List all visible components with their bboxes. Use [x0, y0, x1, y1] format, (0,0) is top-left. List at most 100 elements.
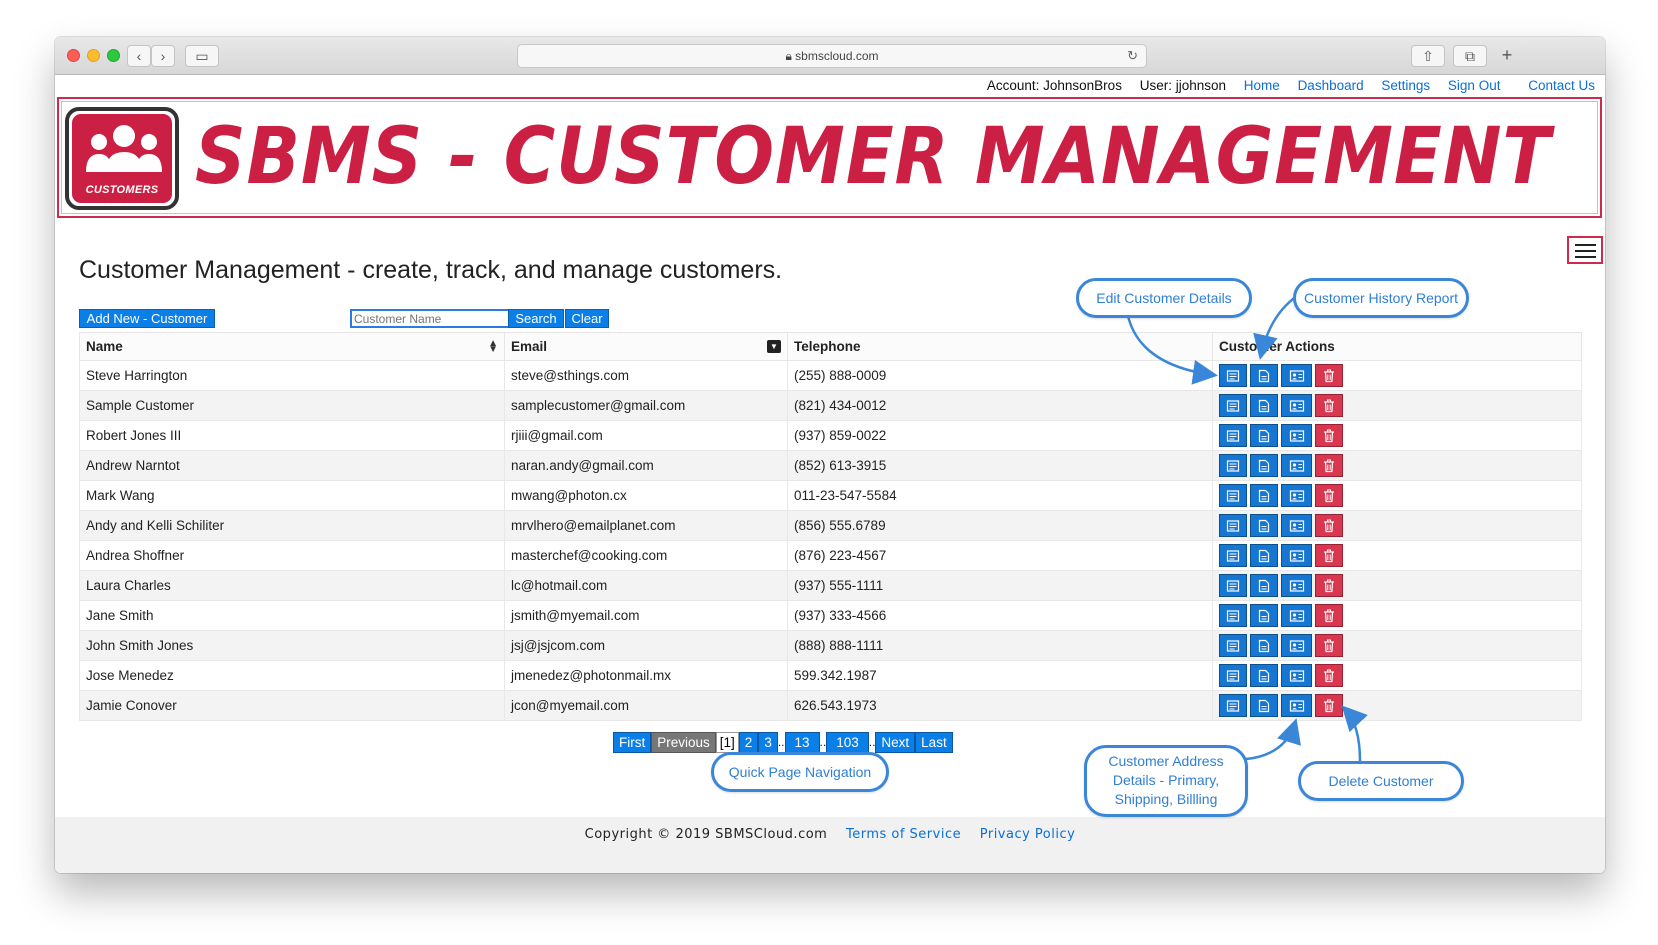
delete-customer-icon[interactable] [1315, 604, 1343, 627]
delete-customer-icon[interactable] [1315, 634, 1343, 657]
sidebar-toggle-icon[interactable]: ▭ [185, 45, 219, 67]
people-icon [86, 125, 162, 172]
customer-address-icon[interactable] [1281, 664, 1312, 687]
edit-customer-icon[interactable] [1219, 544, 1247, 567]
edit-customer-icon[interactable] [1219, 514, 1247, 537]
delete-customer-icon[interactable] [1315, 364, 1343, 387]
customer-address-icon[interactable] [1281, 544, 1312, 567]
add-customer-button[interactable]: Add New - Customer [79, 309, 215, 328]
customer-history-report-icon[interactable] [1250, 454, 1278, 477]
customer-history-report-icon[interactable] [1250, 424, 1278, 447]
customer-name-cell: Jose Menedez [79, 660, 505, 691]
share-icon[interactable]: ⇧ [1411, 45, 1445, 67]
delete-customer-icon[interactable] [1315, 394, 1343, 417]
previous-page-button[interactable]: Previous [651, 732, 716, 753]
edit-customer-icon[interactable] [1219, 694, 1247, 717]
edit-customer-icon[interactable] [1219, 454, 1247, 477]
minimize-window-button[interactable] [87, 49, 100, 62]
page-103-button[interactable]: 103 [826, 732, 869, 753]
next-page-button[interactable]: Next [875, 732, 916, 753]
delete-customer-icon[interactable] [1315, 484, 1343, 507]
customer-address-icon[interactable] [1281, 574, 1312, 597]
customer-email-cell: mrvlhero@emailplanet.com [504, 510, 788, 541]
edit-customer-icon[interactable] [1219, 364, 1247, 387]
delete-customer-icon[interactable] [1315, 424, 1343, 447]
search-button[interactable]: Search [508, 309, 564, 328]
customer-name-cell: Laura Charles [79, 570, 505, 601]
delete-customer-icon[interactable] [1315, 694, 1343, 717]
nav-signout-link[interactable]: Sign Out [1448, 78, 1501, 93]
terms-link[interactable]: Terms of Service [846, 827, 961, 842]
customer-history-report-icon[interactable] [1250, 484, 1278, 507]
customer-address-icon[interactable] [1281, 424, 1312, 447]
nav-home-link[interactable]: Home [1244, 78, 1280, 93]
close-window-button[interactable] [67, 49, 80, 62]
edit-customer-icon[interactable] [1219, 634, 1247, 657]
page-ellipsis: .. [777, 735, 785, 749]
sort-desc-icon[interactable]: ▼ [767, 340, 781, 353]
delete-customer-icon[interactable] [1315, 514, 1343, 537]
footer: Copyright © 2019 SBMSCloud.com Terms of … [55, 817, 1605, 873]
delete-customer-icon[interactable] [1315, 574, 1343, 597]
delete-customer-icon[interactable] [1315, 544, 1343, 567]
customer-address-icon[interactable] [1281, 514, 1312, 537]
customer-name-cell: Andy and Kelli Schiliter [79, 510, 505, 541]
customer-history-report-icon[interactable] [1250, 694, 1278, 717]
email-column-header[interactable]: Email ▼ [504, 332, 788, 361]
customer-name-cell: Robert Jones III [79, 420, 505, 451]
customer-address-icon[interactable] [1281, 634, 1312, 657]
page-2-button[interactable]: 2 [738, 732, 759, 753]
new-tab-icon[interactable]: + [1495, 45, 1519, 67]
customer-phone-cell: 011-23-547-5584 [787, 480, 1213, 511]
tabs-overview-icon[interactable]: ⧉ [1453, 45, 1487, 67]
customer-actions-cell [1212, 390, 1582, 421]
customer-actions-cell [1212, 600, 1582, 631]
customer-history-report-icon[interactable] [1250, 664, 1278, 687]
first-page-button[interactable]: First [613, 732, 652, 753]
page-3-button[interactable]: 3 [758, 732, 778, 753]
customer-phone-cell: (888) 888-1111 [787, 630, 1213, 661]
customer-history-report-icon[interactable] [1250, 544, 1278, 567]
customer-history-report-icon[interactable] [1250, 634, 1278, 657]
customer-history-report-icon[interactable] [1250, 574, 1278, 597]
zoom-window-button[interactable] [107, 49, 120, 62]
address-bar[interactable]: 🔒︎ sbmscloud.com ↻ [517, 44, 1147, 68]
nav-dashboard-link[interactable]: Dashboard [1298, 78, 1364, 93]
customer-address-icon[interactable] [1281, 694, 1312, 717]
table-row: Laura Charles lc@hotmail.com (937) 555-111… [79, 570, 1582, 601]
nav-contact-link[interactable]: Contact Us [1528, 78, 1595, 93]
customer-address-icon[interactable] [1281, 454, 1312, 477]
delete-customer-icon[interactable] [1315, 454, 1343, 477]
page-13-button[interactable]: 13 [784, 732, 820, 753]
customer-email-cell: jsmith@myemail.com [504, 600, 788, 631]
privacy-link[interactable]: Privacy Policy [980, 827, 1076, 842]
customer-name-cell: Sample Customer [79, 390, 505, 421]
customer-actions-cell [1212, 450, 1582, 481]
edit-customer-icon[interactable] [1219, 394, 1247, 417]
name-column-header[interactable]: Name ▲ ▼ [79, 332, 505, 361]
delete-customer-icon[interactable] [1315, 664, 1343, 687]
customer-address-icon[interactable] [1281, 604, 1312, 627]
edit-customer-icon[interactable] [1219, 664, 1247, 687]
customer-address-icon[interactable] [1281, 364, 1312, 387]
customer-history-report-icon[interactable] [1250, 364, 1278, 387]
sort-icon[interactable]: ▲ ▼ [488, 339, 498, 355]
edit-customer-icon[interactable] [1219, 484, 1247, 507]
customer-address-icon[interactable] [1281, 484, 1312, 507]
edit-customer-icon[interactable] [1219, 604, 1247, 627]
clear-button[interactable]: Clear [565, 309, 609, 328]
customer-history-report-icon[interactable] [1250, 394, 1278, 417]
customer-actions-cell [1212, 420, 1582, 451]
back-icon[interactable]: ‹ [127, 45, 151, 67]
reload-icon[interactable]: ↻ [1127, 45, 1138, 67]
hamburger-menu-icon[interactable] [1567, 236, 1603, 264]
forward-icon[interactable]: › [151, 45, 175, 67]
customer-history-report-icon[interactable] [1250, 604, 1278, 627]
customer-address-icon[interactable] [1281, 394, 1312, 417]
customer-phone-cell: (821) 434-0012 [787, 390, 1213, 421]
nav-settings-link[interactable]: Settings [1381, 78, 1430, 93]
last-page-button[interactable]: Last [915, 732, 953, 753]
edit-customer-icon[interactable] [1219, 424, 1247, 447]
customer-history-report-icon[interactable] [1250, 514, 1278, 537]
edit-customer-icon[interactable] [1219, 574, 1247, 597]
